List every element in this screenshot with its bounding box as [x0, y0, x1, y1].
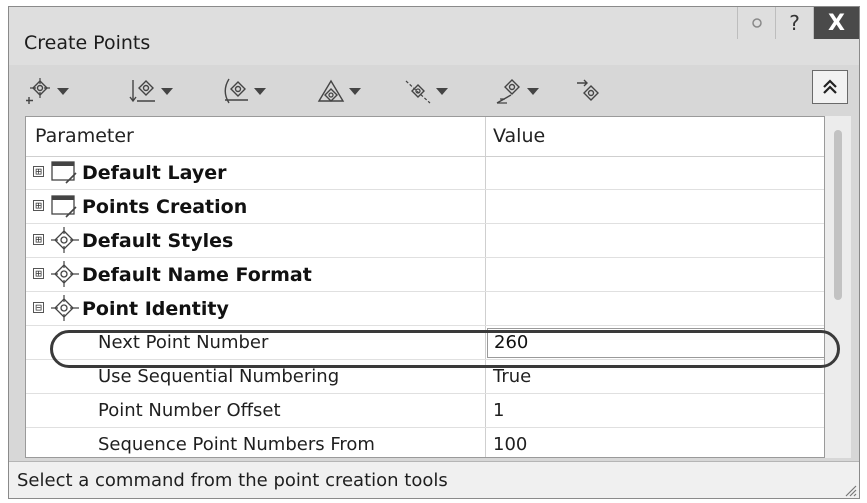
property-row-next-point-number[interactable]: Next Point Number 260 — [26, 326, 824, 360]
collapse-button[interactable] — [812, 70, 848, 104]
point-surface-tool[interactable] — [317, 77, 361, 105]
collapse-icon[interactable]: ⊟ — [33, 302, 44, 313]
scrollbar-thumb[interactable] — [834, 130, 842, 300]
group-label: Point Identity — [82, 298, 229, 320]
property-label: Sequence Point Numbers From — [98, 434, 375, 455]
group-label: Points Creation — [82, 196, 248, 218]
expand-icon[interactable]: ⊞ — [33, 268, 44, 279]
chevron-down-icon — [436, 87, 448, 95]
vertical-scrollbar[interactable] — [825, 116, 851, 458]
next-point-number-input[interactable]: 260 — [487, 328, 824, 358]
group-row-points-creation[interactable]: ⊞ Points Creation — [26, 190, 824, 224]
point-offset-tool[interactable] — [129, 77, 173, 105]
close-icon: X — [828, 10, 845, 36]
status-text: Select a command from the point creation… — [17, 470, 448, 491]
chevron-down-icon — [254, 87, 266, 95]
chevron-down-icon — [527, 87, 539, 95]
property-value[interactable]: 1 — [493, 394, 504, 428]
toolbar — [9, 65, 859, 115]
point-add-icon — [26, 78, 50, 104]
column-header-parameter[interactable]: Parameter — [35, 117, 134, 156]
point-intersection-icon — [224, 78, 248, 104]
layer-icon — [51, 195, 77, 218]
property-value[interactable]: True — [493, 360, 531, 394]
resize-grip-icon[interactable] — [843, 483, 857, 497]
point-style-icon — [51, 295, 79, 321]
group-label: Default Layer — [82, 162, 227, 184]
grid-header: Parameter Value — [26, 117, 824, 157]
layer-icon — [51, 161, 77, 184]
point-surface-icon — [317, 79, 345, 102]
property-value[interactable]: 100 — [493, 428, 527, 457]
chevron-down-icon — [57, 87, 69, 95]
point-add-tool[interactable] — [25, 77, 69, 105]
expand-icon[interactable]: ⊞ — [33, 200, 44, 211]
double-chevron-up-icon — [823, 79, 837, 94]
group-label: Default Name Format — [82, 264, 312, 286]
group-row-default-name-format[interactable]: ⊞ Default Name Format — [26, 258, 824, 292]
column-header-value[interactable]: Value — [493, 117, 545, 156]
group-row-default-styles[interactable]: ⊞ Default Styles — [26, 224, 824, 258]
property-row-use-sequential-numbering[interactable]: Use Sequential Numbering True — [26, 360, 824, 394]
pin-icon — [751, 18, 762, 28]
property-row-point-number-offset[interactable]: Point Number Offset 1 — [26, 394, 824, 428]
point-intersection-tool[interactable] — [222, 77, 266, 105]
title-bar: Create Points ? X — [9, 7, 859, 65]
property-row-sequence-point-numbers-from[interactable]: Sequence Point Numbers From 100 — [26, 428, 824, 457]
chevron-down-icon — [161, 87, 173, 95]
point-alignment-icon — [496, 79, 520, 104]
point-style-icon — [51, 261, 79, 287]
expand-icon[interactable]: ⊞ — [33, 166, 44, 177]
property-label: Next Point Number — [98, 332, 269, 353]
point-convert-icon — [577, 79, 599, 101]
status-bar: Select a command from the point creation… — [9, 461, 859, 498]
point-interpolation-tool[interactable] — [404, 77, 448, 105]
parameter-grid: Parameter Value ⊞ Default Layer ⊞ Points… — [25, 116, 825, 458]
group-row-point-identity[interactable]: ⊟ Point Identity — [26, 292, 824, 326]
create-points-window: Create Points ? X Parameter Value ⊞ Defa… — [8, 6, 860, 499]
point-interpolation-icon — [405, 80, 431, 104]
property-label: Point Number Offset — [98, 400, 281, 421]
close-button[interactable]: X — [813, 7, 859, 39]
help-icon: ? — [789, 11, 800, 35]
window-controls: ? X — [737, 7, 859, 39]
point-alignment-tool[interactable] — [495, 77, 539, 105]
window-title: Create Points — [24, 32, 151, 54]
chevron-down-icon — [349, 87, 361, 95]
expand-icon[interactable]: ⊞ — [33, 234, 44, 245]
point-style-icon — [51, 227, 79, 253]
pin-button[interactable] — [737, 7, 775, 39]
point-offset-icon — [129, 80, 155, 103]
group-row-default-layer[interactable]: ⊞ Default Layer — [26, 156, 824, 190]
property-label: Use Sequential Numbering — [98, 366, 340, 387]
group-label: Default Styles — [82, 230, 234, 252]
help-button[interactable]: ? — [775, 7, 813, 39]
point-convert-tool[interactable] — [575, 77, 603, 105]
